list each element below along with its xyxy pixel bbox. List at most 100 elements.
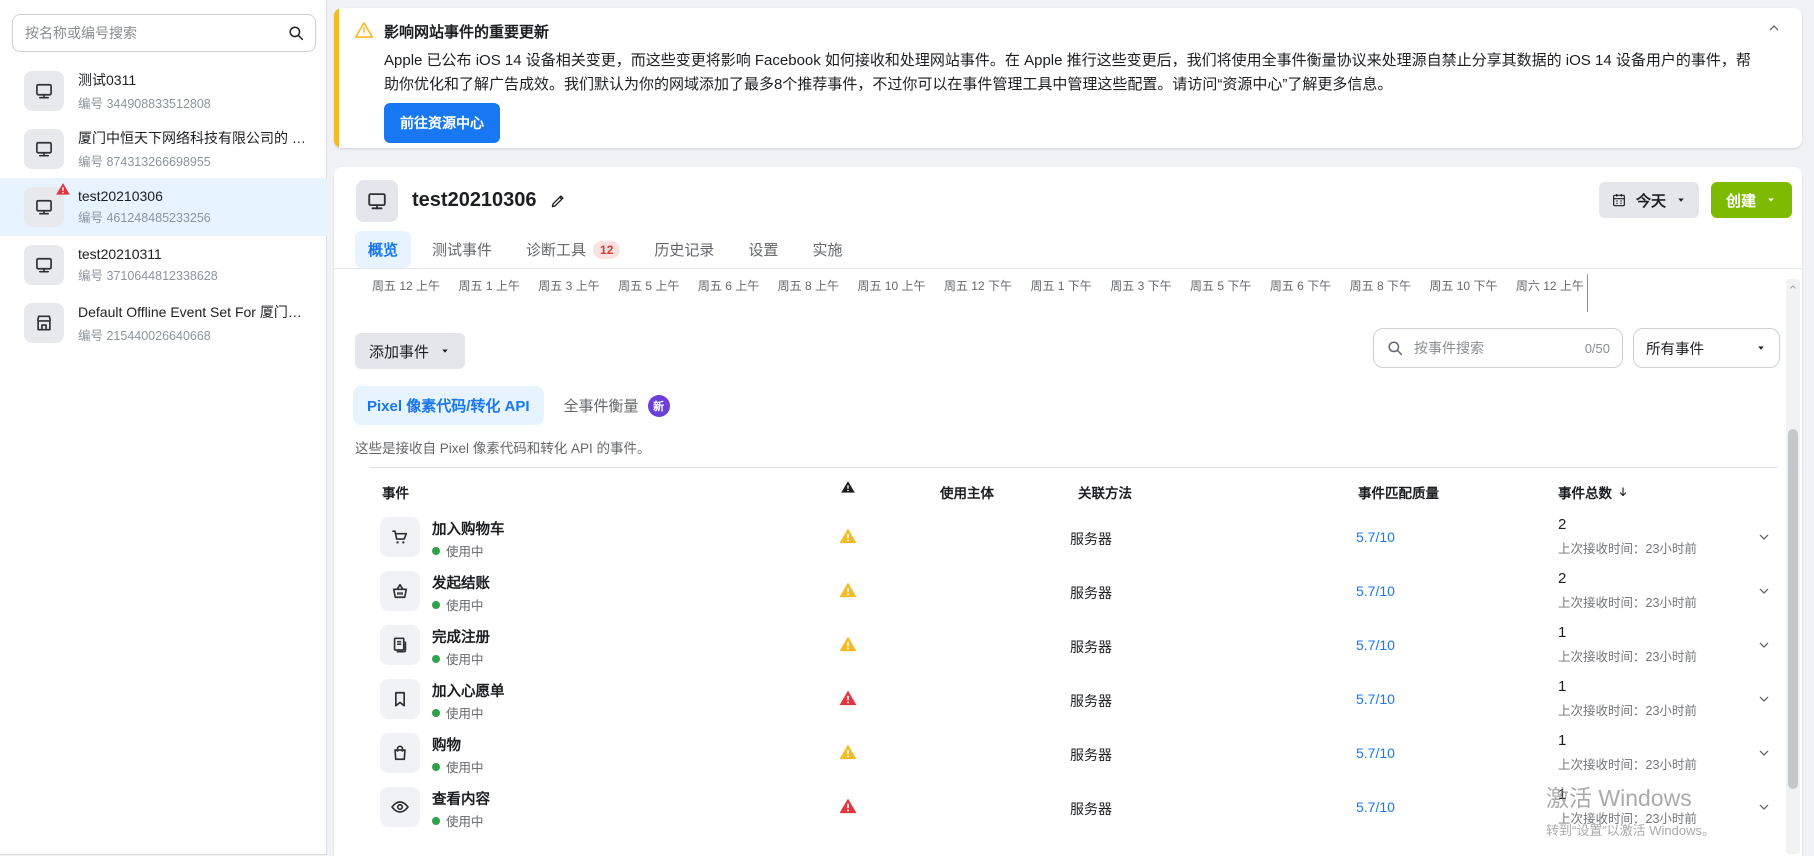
- monitor-icon: [34, 81, 54, 101]
- table-row[interactable]: 加入购物车 使用中 服务器 5.7/10 2 上次接收时间：23小时前: [370, 510, 1778, 564]
- warning-icon[interactable]: [838, 742, 858, 762]
- page-title: test20210306: [412, 189, 537, 212]
- shopping-bag-icon: [390, 743, 410, 763]
- method-cell: 服务器: [1070, 637, 1112, 657]
- chevron-down-icon[interactable]: [1756, 799, 1772, 815]
- scrollbar-thumb[interactable]: [1788, 429, 1798, 789]
- tab-settings[interactable]: 设置: [735, 231, 791, 268]
- sidebar-item-test20210311[interactable]: test20210311 编号 3710644812338628: [0, 236, 327, 294]
- chart-cursor-line: [1587, 274, 1588, 312]
- method-cell: 服务器: [1070, 529, 1112, 549]
- sidebar-item-test20210306[interactable]: test20210306 编号 461248485233256: [0, 178, 327, 236]
- banner-body: Apple 已公布 iOS 14 设备相关变更，而这些变更将影响 Faceboo…: [384, 49, 1764, 97]
- search-char-counter: 0/50: [1585, 341, 1610, 356]
- edit-pencil-icon[interactable]: [549, 192, 567, 210]
- active-dot: [432, 655, 440, 663]
- add-event-button[interactable]: 添加事件: [355, 333, 465, 369]
- sort-arrow-down-icon: [1616, 485, 1630, 499]
- table-row[interactable]: 加入心愿单 使用中 服务器 5.7/10 1 上次接收时间：23小时前: [370, 672, 1778, 726]
- column-entity: 使用主体: [940, 482, 994, 502]
- last-received: 上次接收时间：23小时前: [1558, 538, 1697, 557]
- total-count: 1: [1558, 732, 1566, 749]
- chevron-up-icon[interactable]: [1766, 20, 1782, 36]
- monitor-icon: [34, 139, 54, 159]
- date-range-button[interactable]: 今天: [1599, 182, 1699, 218]
- pixel-name: 测试0311: [78, 70, 211, 90]
- event-filter-dropdown[interactable]: 所有事件: [1633, 328, 1780, 368]
- sidebar-search[interactable]: [12, 14, 316, 52]
- resource-center-button[interactable]: 前往资源中心: [384, 103, 500, 143]
- last-received: 上次接收时间：23小时前: [1558, 754, 1697, 773]
- eye-icon: [390, 797, 410, 817]
- tab-overview[interactable]: 概览: [355, 231, 411, 268]
- search-icon: [287, 24, 305, 42]
- pixel-name: test20210311: [78, 246, 218, 262]
- chevron-down-icon[interactable]: [1756, 583, 1772, 599]
- event-search-input[interactable]: [1412, 339, 1577, 357]
- scroll-up-arrow-icon[interactable]: [1788, 282, 1798, 292]
- bookmark-icon: [390, 689, 410, 709]
- event-name: 完成注册: [432, 626, 490, 647]
- create-label: 创建: [1726, 190, 1756, 211]
- column-quality: 事件匹配质量: [1358, 482, 1439, 502]
- quality-link[interactable]: 5.7/10: [1356, 529, 1395, 545]
- warning-icon[interactable]: [838, 634, 858, 654]
- sidebar-item-default-offline-event-set[interactable]: Default Offline Event Set For 厦门中... 编号 …: [0, 294, 327, 352]
- table-row[interactable]: 购物 使用中 服务器 5.7/10 1 上次接收时间：23小时前: [370, 726, 1778, 780]
- quality-link[interactable]: 5.7/10: [1356, 637, 1395, 653]
- column-total-sort[interactable]: 事件总数: [1558, 482, 1630, 502]
- event-name: 加入购物车: [432, 518, 505, 539]
- tab-diagnostics[interactable]: 诊断工具 12: [513, 231, 633, 268]
- monitor-icon: [34, 197, 54, 217]
- search-icon: [1386, 339, 1404, 357]
- total-count: 1: [1558, 786, 1566, 803]
- last-received: 上次接收时间：23小时前: [1558, 700, 1697, 719]
- chevron-down-icon[interactable]: [1756, 691, 1772, 707]
- monitor-icon: [366, 190, 388, 212]
- quality-link[interactable]: 5.7/10: [1356, 745, 1395, 761]
- tab-implementation[interactable]: 实施: [799, 231, 855, 268]
- total-count: 1: [1558, 678, 1566, 695]
- create-button[interactable]: 创建: [1711, 182, 1792, 218]
- quality-link[interactable]: 5.7/10: [1356, 583, 1395, 599]
- new-badge: 新: [648, 395, 670, 417]
- alert-badge-icon: [55, 181, 71, 197]
- scrollbar-track[interactable]: [1786, 279, 1800, 854]
- tab-test-events[interactable]: 测试事件: [419, 231, 505, 268]
- chevron-down-icon[interactable]: [1756, 637, 1772, 653]
- table-row[interactable]: 查看内容 使用中 服务器 5.7/10 1 上次接收时间：23小时前: [370, 780, 1778, 834]
- calendar-icon: [1611, 192, 1627, 208]
- warning-icon[interactable]: [838, 796, 858, 816]
- event-status: 使用中: [432, 811, 484, 830]
- warning-icon[interactable]: [838, 526, 858, 546]
- store-icon: [34, 313, 54, 333]
- chevron-down-icon[interactable]: [1756, 529, 1772, 545]
- diagnostics-count-badge: 12: [593, 241, 620, 259]
- table-row[interactable]: 发起结账 使用中 服务器 5.7/10 2 上次接收时间：23小时前: [370, 564, 1778, 618]
- tab-pixel-capi[interactable]: Pixel 像素代码/转化 API: [353, 386, 544, 425]
- tab-history[interactable]: 历史记录: [641, 231, 727, 268]
- last-received: 上次接收时间：23小时前: [1558, 808, 1697, 827]
- warning-icon[interactable]: [838, 580, 858, 600]
- quality-link[interactable]: 5.7/10: [1356, 691, 1395, 707]
- event-name: 发起结账: [432, 572, 490, 593]
- event-status: 使用中: [432, 703, 484, 722]
- main-panel: test20210306 今天 创建 概览 测试事件 诊断工具 12 历史记录 …: [334, 167, 1802, 856]
- pixel-avatar: [356, 180, 398, 222]
- chevron-down-icon[interactable]: [1756, 745, 1772, 761]
- table-header: 事件 使用主体 关联方法 事件匹配质量 事件总数: [370, 467, 1778, 508]
- tab-aggregated-event-measurement[interactable]: 全事件衡量 新: [564, 395, 670, 417]
- event-search[interactable]: 0/50: [1373, 328, 1623, 368]
- sidebar-item-xiamen-pixel[interactable]: 厦门中恒天下网络科技有限公司的 Pi... 编号 874313266698955: [0, 120, 327, 178]
- table-row[interactable]: 完成注册 使用中 服务器 5.7/10 1 上次接收时间：23小时前: [370, 618, 1778, 672]
- sidebar-search-input[interactable]: [23, 24, 287, 42]
- quality-link[interactable]: 5.7/10: [1356, 799, 1395, 815]
- caret-down-icon: [439, 345, 451, 357]
- sidebar-item-ceshi0311[interactable]: 测试0311 编号 344908833512808: [0, 62, 327, 120]
- caret-down-icon: [1675, 194, 1687, 206]
- pixel-id: 编号 344908833512808: [78, 93, 211, 112]
- cart-icon: [390, 527, 410, 547]
- warning-icon[interactable]: [838, 688, 858, 708]
- total-count: 2: [1558, 570, 1566, 587]
- date-range-label: 今天: [1636, 190, 1666, 211]
